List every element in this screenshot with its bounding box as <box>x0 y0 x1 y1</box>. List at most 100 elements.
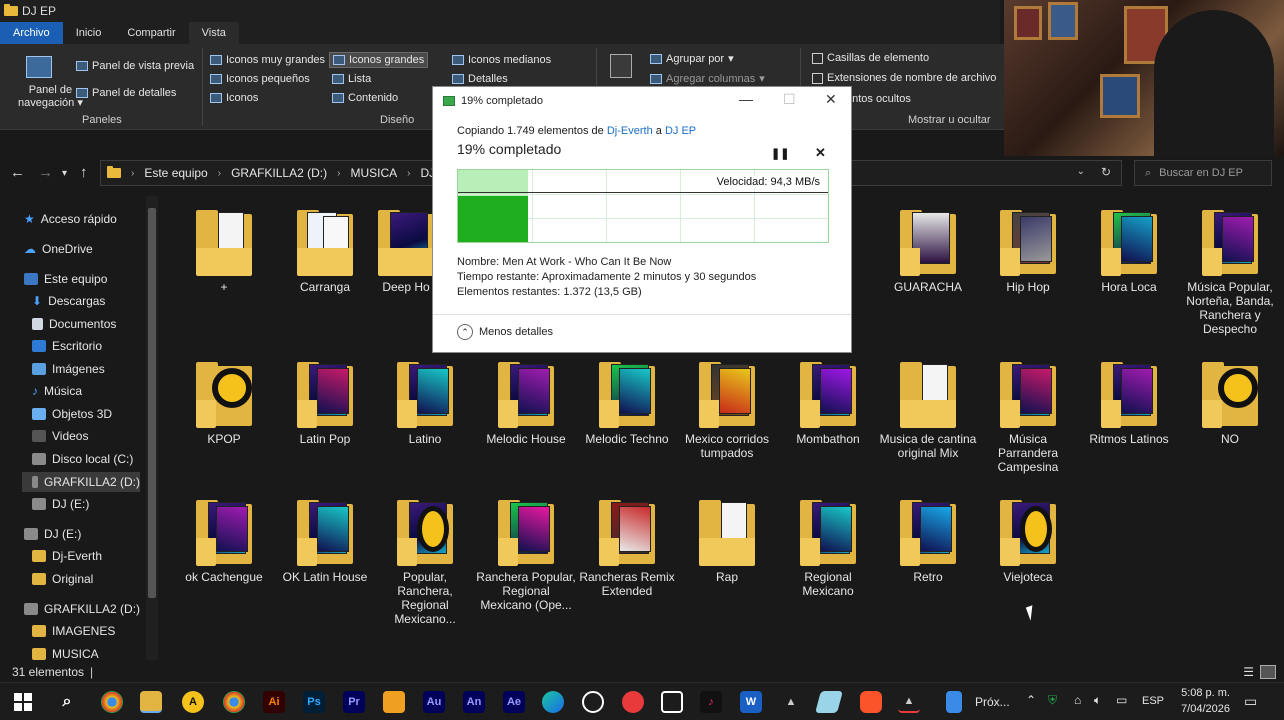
up-arrow-icon[interactable]: ↑ <box>80 164 88 181</box>
folder-item[interactable]: OK Latin House <box>275 498 375 584</box>
content-option[interactable]: Contenido <box>332 92 398 104</box>
notifications-icon[interactable]: ▭ <box>1244 693 1257 710</box>
sidebar-item-descargas[interactable]: ⬇ Descargas <box>32 294 105 308</box>
add-columns-button[interactable]: Agregar columnas ▾ <box>650 72 765 85</box>
group-by-button[interactable]: Agrupar por ▾ <box>650 52 734 65</box>
search-box[interactable]: ⌕ Buscar en DJ EP <box>1134 160 1272 186</box>
source-link[interactable]: Dj-Everth <box>607 125 653 137</box>
refresh-icon[interactable]: ↻ <box>1101 165 1111 179</box>
folder-item[interactable]: Deep Ho <box>376 208 436 294</box>
file-extensions-toggle[interactable]: Extensiones de nombre de archivo <box>812 72 996 84</box>
details-view-icon[interactable]: ☰ <box>1243 665 1254 679</box>
folder-item[interactable]: Latino <box>375 360 475 446</box>
chevron-up-icon[interactable]: ⌃ <box>1026 693 1036 707</box>
app-shield-icon[interactable] <box>582 691 604 713</box>
icons-option[interactable]: Iconos <box>210 92 258 104</box>
folder-item[interactable]: Retro <box>878 498 978 584</box>
list-option[interactable]: Lista <box>332 73 371 85</box>
photoshop-icon[interactable]: Ps <box>303 691 325 713</box>
folder-item[interactable]: Rap <box>677 498 777 584</box>
less-details-button[interactable]: ⌃ Menos detalles <box>457 324 553 340</box>
folder-item[interactable]: Popular, Ranchera, Regional Mexicano... <box>375 498 475 626</box>
checkbox[interactable] <box>812 52 823 64</box>
sidebar-item-dj-e-root[interactable]: DJ (E:) <box>24 527 81 541</box>
illustrator-icon[interactable]: Ai <box>263 691 285 713</box>
app-cube-icon[interactable] <box>815 691 843 713</box>
chevron-down-icon[interactable]: ⌄ <box>1077 166 1085 177</box>
navigation-pane-button[interactable]: Panel de navegación ▾ <box>18 84 83 109</box>
back-arrow-icon[interactable]: ← <box>10 164 25 181</box>
sidebar-item-videos[interactable]: Videos <box>32 429 88 443</box>
sidebar-item-grafkilla2[interactable]: GRAFKILLA2 (D:) <box>22 472 140 492</box>
folder-item[interactable]: Musica de cantina original Mix <box>878 360 978 460</box>
audition-icon[interactable]: Au <box>423 691 445 713</box>
cancel-icon[interactable]: ✕ <box>815 145 826 161</box>
animate-icon[interactable]: An <box>463 691 485 713</box>
sidebar-item-imagenes-folder[interactable]: IMAGENES <box>32 624 115 638</box>
sidebar-scroll-thumb[interactable] <box>148 208 156 598</box>
battery-icon[interactable]: ▭ <box>1116 693 1127 707</box>
file-explorer-icon[interactable] <box>140 691 162 713</box>
folder-item[interactable]: Hora Loca <box>1079 208 1179 294</box>
details-option[interactable]: Detalles <box>452 73 508 85</box>
item-checkboxes-toggle[interactable]: Casillas de elemento <box>812 52 929 64</box>
sidebar-item-este-equipo[interactable]: Este equipo <box>24 272 107 286</box>
edge-icon[interactable] <box>542 691 564 713</box>
sidebar-item-imagenes[interactable]: Imágenes <box>32 362 105 376</box>
sort-by-icon[interactable] <box>610 54 632 78</box>
app-triangle-icon[interactable]: ▲ <box>780 691 802 713</box>
sidebar-item-disco-local[interactable]: Disco local (C:) <box>32 452 133 466</box>
folder-item[interactable]: Rancheras Remix Extended <box>577 498 677 598</box>
search-icon[interactable]: ⌕ <box>56 691 78 713</box>
forward-arrow-icon[interactable]: → <box>38 164 53 181</box>
large-icons-view-icon[interactable] <box>1260 665 1276 679</box>
tab-archivo[interactable]: Archivo <box>0 22 63 44</box>
maximize-icon[interactable]: ☐ <box>783 91 796 108</box>
folder-item[interactable]: Ranchera Popular, Regional Mexicano (Ope… <box>476 498 576 612</box>
close-icon[interactable]: ✕ <box>825 91 837 108</box>
folder-item[interactable]: Mombathon <box>778 360 878 446</box>
medium-icons-option[interactable]: Iconos medianos <box>452 54 551 66</box>
folder-item[interactable]: ok Cachengue <box>174 498 274 584</box>
network-icon[interactable]: ⌂ <box>1074 693 1081 707</box>
destination-link[interactable]: DJ EP <box>665 125 696 137</box>
folder-item[interactable]: GUARACHA <box>878 208 978 294</box>
clock-date[interactable]: 7/04/2026 <box>1176 703 1230 715</box>
folder-item[interactable]: Viejoteca <box>978 498 1078 584</box>
folder-item[interactable]: NO <box>1180 360 1280 446</box>
sidebar-item-grafkilla2-root[interactable]: GRAFKILLA2 (D:) <box>24 602 140 616</box>
tab-compartir[interactable]: Compartir <box>114 22 188 44</box>
folder-item[interactable]: Mexico corridos tumpados <box>677 360 777 460</box>
premiere-icon[interactable]: Pr <box>343 691 365 713</box>
sidebar-item-dj-e[interactable]: DJ (E:) <box>32 497 89 511</box>
taskbar-next-label[interactable]: Próx... <box>975 695 1010 709</box>
details-pane-button[interactable]: Panel de detalles <box>76 87 176 99</box>
folder-item[interactable]: Ritmos Latinos <box>1079 360 1179 446</box>
app-recording-icon[interactable]: ▲ <box>898 691 920 713</box>
tab-vista[interactable]: Vista <box>188 22 239 44</box>
shield-icon[interactable]: ⛨ <box>1048 693 1057 708</box>
folder-item[interactable]: + <box>174 208 274 294</box>
folder-item[interactable]: Música Popular, Norteña, Banda, Ranchera… <box>1180 208 1280 336</box>
media-player-icon[interactable] <box>383 691 405 713</box>
folder-item[interactable]: Latin Pop <box>275 360 375 446</box>
breadcrumb-este-equipo[interactable]: Este equipo <box>144 166 207 180</box>
breadcrumb-musica[interactable]: MUSICA <box>350 166 397 180</box>
sidebar-item-onedrive[interactable]: ☁ OneDrive <box>24 242 93 256</box>
folder-item[interactable]: Música Parrandera Campesina <box>978 360 1078 474</box>
hidden-items-toggle[interactable]: entos ocultos <box>846 93 911 105</box>
brave-icon[interactable] <box>860 691 882 713</box>
folder-item[interactable]: Regional Mexicano <box>778 498 878 598</box>
pause-icon[interactable]: ❚❚ <box>771 147 789 160</box>
sidebar-item-documentos[interactable]: Documentos <box>32 317 116 331</box>
folder-item[interactable]: KPOP <box>174 360 274 446</box>
sidebar-item-objetos-3d[interactable]: Objetos 3D <box>32 407 112 421</box>
word-icon[interactable]: W <box>740 691 762 713</box>
folder-item[interactable]: Carranga <box>275 208 375 294</box>
checkbox[interactable] <box>812 72 823 84</box>
recent-chevron-icon[interactable]: ▾ <box>62 168 67 179</box>
chrome-icon[interactable] <box>101 691 123 713</box>
sidebar-item-acceso-rapido[interactable]: ★ Acceso rápido <box>24 212 117 226</box>
windows-start-icon[interactable] <box>12 691 34 713</box>
volume-icon[interactable]: 🔈︎ <box>1094 693 1101 708</box>
